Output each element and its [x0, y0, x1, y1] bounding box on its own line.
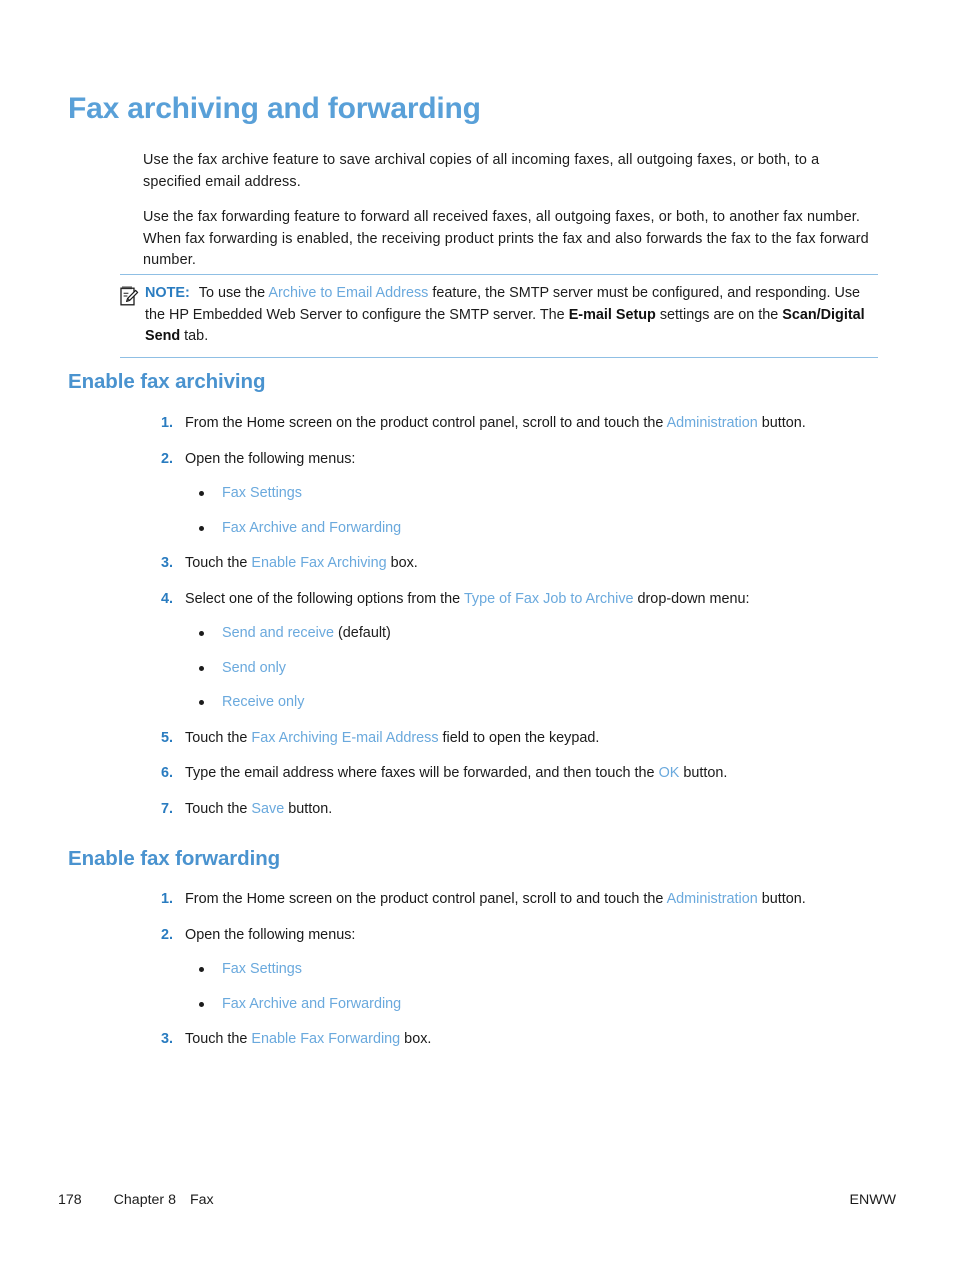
list-item: Send only: [185, 658, 878, 680]
list-item: Send and receive (default): [185, 623, 878, 645]
step-text-2: box.: [400, 1031, 432, 1047]
bullet-link-fax-settings[interactable]: Fax Settings: [222, 485, 302, 501]
step-number: 2.: [161, 450, 174, 467]
step-link-administration[interactable]: Administration: [667, 891, 758, 907]
bullet-dot-icon: [199, 525, 204, 531]
step-number: 7.: [161, 800, 174, 817]
bullet-dot-icon: [199, 631, 204, 636]
bullet-dot-icon: [199, 967, 204, 972]
list-item: 1. From the Home screen on the product c…: [143, 889, 878, 911]
step-link-save[interactable]: Save: [251, 801, 284, 817]
step-link-enable-fax-forwarding[interactable]: Enable Fax Forwarding: [251, 1031, 400, 1047]
intro-paragraph-1: Use the fax archive feature to save arch…: [143, 152, 820, 190]
steps-list-enable-fax-forwarding: 1. From the Home screen on the product c…: [143, 889, 878, 1051]
step-text-2: box.: [386, 555, 418, 571]
step-number: 2.: [161, 926, 174, 943]
step-number: 3.: [161, 1031, 174, 1047]
step-text-1: From the Home screen on the product cont…: [185, 415, 667, 431]
step-text-1: Select one of the following options from…: [185, 590, 464, 607]
bullet-link-fax-archive-and-forwarding[interactable]: Fax Archive and Forwarding: [222, 520, 401, 536]
step-text-1: From the Home screen on the product cont…: [185, 891, 667, 907]
step-link-ok[interactable]: OK: [659, 765, 680, 781]
footer-chapter-title: Fax: [189, 1192, 214, 1208]
list-item: 4. Select one of the following options f…: [143, 589, 878, 714]
bullet-dot-icon: [199, 1001, 204, 1007]
bullet-dot-icon: [199, 491, 204, 496]
list-item: Fax Archive and Forwarding: [185, 994, 878, 1016]
document-page: Fax archiving and forwarding Use the fax…: [0, 0, 954, 1270]
step-text-1: Type the email address where faxes will …: [185, 765, 659, 781]
note-bold-email-setup: E-mail Setup: [568, 306, 656, 323]
step-link-enable-fax-archiving[interactable]: Enable Fax Archiving: [251, 555, 386, 571]
sub-bullet-list: Send and receive (default) Send only Rec…: [185, 623, 878, 714]
list-item: Fax Archive and Forwarding: [185, 518, 878, 540]
list-item: 7. Touch the Save button.: [143, 799, 878, 821]
bullet-dot-icon: [199, 700, 204, 705]
section-heading-enable-fax-forwarding: Enable fax forwarding: [68, 847, 281, 870]
footer-left-group: 178 Chapter 8 Fax: [58, 1192, 214, 1208]
step-number: 4.: [161, 590, 174, 607]
step-link-administration[interactable]: Administration: [667, 415, 758, 431]
step-link-fax-archiving-email-address[interactable]: Fax Archiving E-mail Address: [251, 730, 438, 746]
step-text-2: button.: [679, 765, 728, 781]
list-item: 2. Open the following menus: Fax Setting…: [143, 925, 878, 1016]
step-number: 6.: [161, 765, 174, 781]
step-text-2: button.: [284, 800, 333, 817]
steps-list-enable-fax-archiving: 1. From the Home screen on the product c…: [143, 413, 878, 820]
footer-chapter: Chapter 8: [113, 1192, 176, 1208]
list-item: 5. Touch the Fax Archiving E-mail Addres…: [143, 728, 878, 750]
step-link-type-of-fax-job-to-archive[interactable]: Type of Fax Job to Archive: [464, 591, 634, 607]
step-number: 1.: [161, 415, 174, 431]
note-label: NOTE:: [145, 285, 190, 301]
section-heading-enable-fax-archiving: Enable fax archiving: [68, 370, 266, 393]
list-item: 3. Touch the Enable Fax Forwarding box.: [143, 1029, 878, 1051]
bullet-link-fax-settings[interactable]: Fax Settings: [222, 961, 302, 977]
step-text-1: Touch the: [185, 729, 252, 746]
list-item: 2. Open the following menus: Fax Setting…: [143, 449, 878, 540]
sub-bullet-list: Fax Settings Fax Archive and Forwarding: [185, 483, 878, 539]
step-number: 5.: [161, 729, 174, 746]
note-text-4: tab.: [180, 328, 209, 344]
bullet-link-receive-only[interactable]: Receive only: [222, 694, 304, 710]
intro-paragraph-2: Use the fax forwarding feature to forwar…: [143, 209, 869, 268]
list-item: Receive only: [185, 692, 878, 714]
list-item: Fax Settings: [185, 959, 878, 981]
step-number: 1.: [161, 891, 174, 907]
note-link-archive-to-email-address[interactable]: Archive to Email Address: [268, 285, 428, 301]
bullet-suffix-default: (default): [334, 625, 391, 641]
list-item: 3. Touch the Enable Fax Archiving box.: [143, 553, 878, 575]
list-item: 1. From the Home screen on the product c…: [143, 413, 878, 435]
step-text-2: button.: [757, 891, 806, 907]
step-text-2: button.: [757, 415, 806, 431]
bullet-link-send-only[interactable]: Send only: [222, 660, 286, 676]
step-text-2: field to open the keypad.: [438, 729, 600, 746]
step-text-1: Open the following menus:: [185, 926, 356, 943]
note-pencil-icon: [120, 285, 139, 306]
list-item: Fax Settings: [185, 483, 878, 505]
page-footer: 178 Chapter 8 Fax ENWW: [58, 1190, 896, 1210]
step-number: 3.: [161, 555, 174, 571]
bullet-dot-icon: [199, 665, 204, 671]
step-text-1: Touch the: [185, 555, 252, 571]
footer-right-label: ENWW: [849, 1192, 897, 1208]
note-callout: NOTE: To use the Archive to Email Address…: [120, 274, 878, 358]
sub-bullet-list: Fax Settings Fax Archive and Forwarding: [185, 959, 878, 1015]
note-text-1: To use the: [198, 285, 269, 301]
page-title: Fax archiving and forwarding: [68, 92, 481, 125]
note-text-3: settings are on the: [655, 306, 783, 323]
step-text-1: Touch the: [185, 800, 252, 817]
step-text-2: drop-down menu:: [633, 590, 750, 607]
footer-page-number: 178: [58, 1192, 82, 1208]
note-body: NOTE: To use the Archive to Email Address…: [145, 285, 865, 344]
bullet-link-send-and-receive[interactable]: Send and receive: [222, 625, 334, 641]
step-text-1: Open the following menus:: [185, 450, 356, 467]
step-text-1: Touch the: [185, 1031, 252, 1047]
list-item: 6. Type the email address where faxes wi…: [143, 763, 878, 785]
bullet-link-fax-archive-and-forwarding[interactable]: Fax Archive and Forwarding: [222, 996, 401, 1012]
